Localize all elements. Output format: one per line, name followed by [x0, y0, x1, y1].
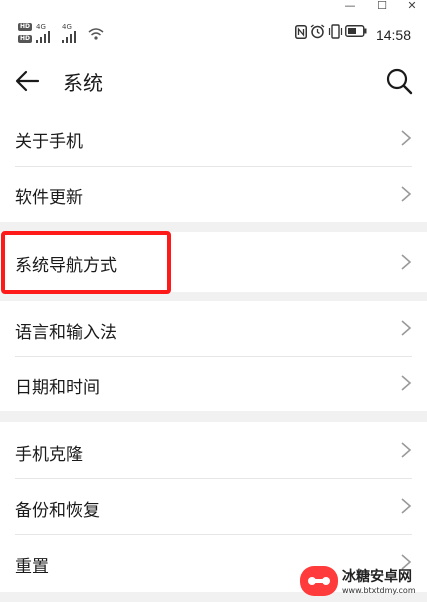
status-bar: HD HD 4G 4G 14:58 — [0, 14, 427, 50]
wifi-icon — [88, 28, 104, 40]
arrow-left-icon — [15, 70, 40, 92]
back-button[interactable] — [12, 66, 44, 96]
watermark-url: www.btxtdmy.com — [342, 586, 416, 595]
close-button[interactable]: ✕ — [397, 0, 427, 14]
settings-group-about: 关于手机 软件更新 — [0, 110, 427, 222]
sim2-tag: HD — [18, 35, 32, 43]
highlight-box — [1, 231, 171, 294]
watermark: 冰糖安卓网 www.btxtdmy.com — [300, 560, 427, 602]
settings-group-language: 语言和输入法 日期和时间 — [0, 301, 427, 411]
settings-item-phone-clone[interactable]: 手机克隆 — [0, 422, 427, 478]
settings-item-label: 日期和时间 — [15, 378, 100, 398]
signal-icon — [36, 31, 50, 43]
watermark-name: 冰糖安卓网 — [342, 569, 412, 585]
settings-item-date-time[interactable]: 日期和时间 — [0, 356, 427, 411]
chevron-right-icon — [401, 254, 412, 270]
sim2-network: 4G — [62, 23, 72, 31]
settings-item-label: 关于手机 — [15, 132, 83, 152]
nfc-icon — [295, 25, 307, 39]
settings-item-label: 手机克隆 — [15, 445, 83, 465]
settings-item-label: 软件更新 — [15, 188, 83, 208]
search-button[interactable] — [383, 65, 415, 97]
alarm-icon — [310, 24, 325, 39]
chevron-right-icon — [401, 130, 412, 146]
vibrate-icon — [328, 24, 343, 39]
settings-item-label: 语言和输入法 — [15, 323, 117, 343]
settings-item-software-update[interactable]: 软件更新 — [0, 166, 427, 222]
status-time: 14:58 — [375, 27, 411, 43]
maximize-button[interactable]: ☐ — [367, 0, 397, 14]
settings-item-label: 重置 — [15, 557, 49, 577]
minimize-button[interactable]: — — [335, 0, 365, 14]
chevron-right-icon — [401, 186, 412, 202]
settings-item-about-phone[interactable]: 关于手机 — [0, 110, 427, 166]
app-header: 系统 — [0, 50, 427, 110]
chevron-right-icon — [401, 375, 412, 391]
chevron-right-icon — [401, 498, 412, 514]
settings-item-backup-restore[interactable]: 备份和恢复 — [0, 478, 427, 534]
battery-icon — [345, 25, 367, 37]
sim1-network: 4G — [36, 23, 46, 31]
page-title: 系统 — [63, 71, 103, 95]
watermark-logo-icon — [300, 566, 338, 596]
sim1-tag: HD — [18, 23, 32, 31]
signal-icon — [62, 31, 76, 43]
signal-area: HD HD 4G 4G — [18, 21, 118, 45]
settings-item-label: 备份和恢复 — [15, 501, 100, 521]
search-icon — [386, 68, 413, 95]
settings-item-language-input[interactable]: 语言和输入法 — [0, 301, 427, 356]
chevron-right-icon — [401, 442, 412, 458]
chevron-right-icon — [401, 320, 412, 336]
window-controls: — ☐ ✕ — [0, 0, 427, 14]
